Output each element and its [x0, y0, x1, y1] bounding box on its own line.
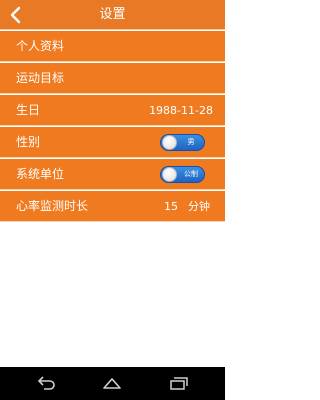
system-nav-bar	[0, 367, 225, 400]
back-icon[interactable]	[35, 374, 57, 392]
gender-toggle-text: 男	[187, 138, 195, 146]
profile-label: 个人资料	[16, 39, 65, 53]
heart-rate-unit: 分钟	[188, 200, 210, 213]
settings-item-heart-rate[interactable]: 心率监测时长 15 分钟	[0, 191, 225, 222]
heart-rate-value: 15	[164, 200, 178, 213]
page-title: 设置	[99, 7, 126, 22]
settings-item-units: 系统单位 公制	[0, 159, 225, 190]
gender-toggle[interactable]: 男	[160, 134, 205, 151]
units-toggle[interactable]: 公制	[160, 166, 205, 183]
settings-item-profile[interactable]: 个人资料	[0, 31, 225, 62]
units-toggle-text: 公制	[184, 170, 198, 178]
settings-item-goal[interactable]: 运动目标	[0, 63, 225, 94]
title-bar: 设置	[0, 0, 225, 30]
toggle-knob	[162, 167, 177, 182]
goal-label: 运动目标	[16, 71, 65, 85]
settings-item-birthday[interactable]: 生日 1988-11-28	[0, 95, 225, 126]
toggle-knob	[162, 135, 177, 150]
heart-rate-label: 心率监测时长	[16, 199, 89, 213]
birthday-value: 1988-11-28	[149, 104, 213, 117]
birthday-label: 生日	[16, 103, 41, 117]
home-icon[interactable]	[101, 374, 123, 392]
settings-item-gender: 性别 男	[0, 127, 225, 158]
gender-label: 性别	[16, 135, 41, 149]
units-label: 系统单位	[16, 167, 65, 181]
recent-apps-icon[interactable]	[168, 374, 190, 392]
